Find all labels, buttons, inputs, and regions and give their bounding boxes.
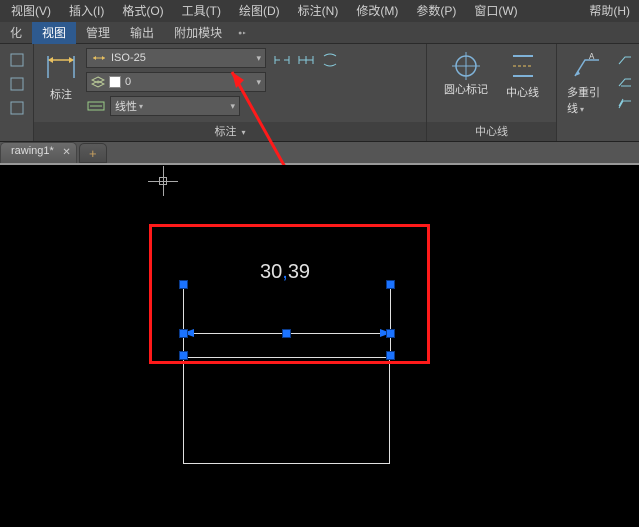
circle-center-label: 圆心标记 [444, 84, 488, 96]
centerline-icon [507, 50, 539, 82]
ribbon: 标注 ISO-25 ▾ 0 ▾ 线性 [0, 44, 639, 142]
ribbon-tab-1[interactable]: 视图 [32, 22, 76, 44]
unknown-icon-2[interactable] [7, 74, 27, 94]
dimension-big-button[interactable]: 标注 [38, 46, 84, 106]
ribbon-tab-4[interactable]: 附加模块 [164, 22, 232, 44]
linetype-icon[interactable] [86, 96, 106, 116]
layer-stack-icon [91, 76, 105, 88]
document-add-button[interactable]: + [79, 143, 107, 163]
chevron-down-icon: ▾ [256, 53, 261, 64]
menu-dimension[interactable]: 标注(N) [289, 0, 348, 22]
menu-format[interactable]: 格式(O) [113, 0, 172, 22]
close-icon[interactable]: ✕ [62, 147, 70, 158]
rectangle-object[interactable] [183, 357, 390, 464]
ribbon-overflow-icon[interactable] [238, 28, 248, 38]
ribbon-tabs: 化 视图 管理 输出 附加模块 [0, 22, 639, 44]
menu-draw[interactable]: 绘图(D) [230, 0, 289, 22]
menu-insert[interactable]: 插入(I) [60, 0, 113, 22]
centerline-button[interactable]: 中心线 [500, 46, 545, 104]
layer-color-swatch [109, 76, 121, 88]
dimstyle-value: ISO-25 [111, 52, 146, 64]
leader-small-3-icon[interactable] [615, 94, 635, 114]
dimstyle-icon [91, 52, 107, 64]
menu-window[interactable]: 窗口(W) [465, 0, 526, 22]
leader-small-1-icon[interactable] [615, 50, 635, 70]
circle-center-icon [450, 50, 482, 82]
document-tab-label: rawing1* [11, 145, 54, 157]
linetype-value: 线性 [115, 98, 137, 114]
circle-center-button[interactable]: 圆心标记 [438, 46, 494, 100]
ribbon-tab-2[interactable]: 管理 [76, 22, 120, 44]
menu-bar: 视图(V) 插入(I) 格式(O) 工具(T) 绘图(D) 标注(N) 修改(M… [0, 0, 639, 22]
document-tabs: rawing1* ✕ + [0, 142, 639, 165]
ribbon-tab-0[interactable]: 化 [0, 22, 32, 44]
dimension-icon [44, 50, 78, 84]
multileader-label: 多重引线▾ [567, 84, 607, 116]
document-tab[interactable]: rawing1* ✕ [0, 142, 77, 163]
panel-truncated-left [0, 44, 34, 141]
panel-leader: A 多重引线▾ [557, 44, 639, 141]
dimstyle-dropdown[interactable]: ISO-25 ▾ [86, 48, 266, 68]
menu-modify[interactable]: 修改(M) [347, 0, 407, 22]
svg-text:A: A [589, 52, 595, 61]
menu-help[interactable]: 帮助(H) [580, 0, 639, 22]
unknown-icon-3[interactable] [7, 98, 27, 118]
menu-parametric[interactable]: 参数(P) [407, 0, 465, 22]
ribbon-tab-3[interactable]: 输出 [120, 22, 164, 44]
centerline-label: 中心线 [506, 84, 539, 100]
dim-baseline-icon[interactable] [320, 50, 340, 70]
layer-value: 0 [125, 76, 131, 88]
annotation-highlight-box [149, 224, 430, 364]
multileader-button[interactable]: A 多重引线▾ [561, 46, 613, 120]
drawing-canvas[interactable]: 30,39 [0, 165, 639, 527]
menu-tools[interactable]: 工具(T) [173, 0, 230, 22]
panel-centerline: 圆心标记 中心线 中心线 [427, 44, 557, 141]
unknown-icon-1[interactable] [7, 50, 27, 70]
dimension-big-button-label: 标注 [50, 86, 72, 102]
leader-small-2-icon[interactable] [615, 72, 635, 92]
multileader-icon: A [571, 50, 603, 82]
menu-view[interactable]: 视图(V) [2, 0, 60, 22]
panel-centerline-title: 中心线 [427, 122, 556, 141]
